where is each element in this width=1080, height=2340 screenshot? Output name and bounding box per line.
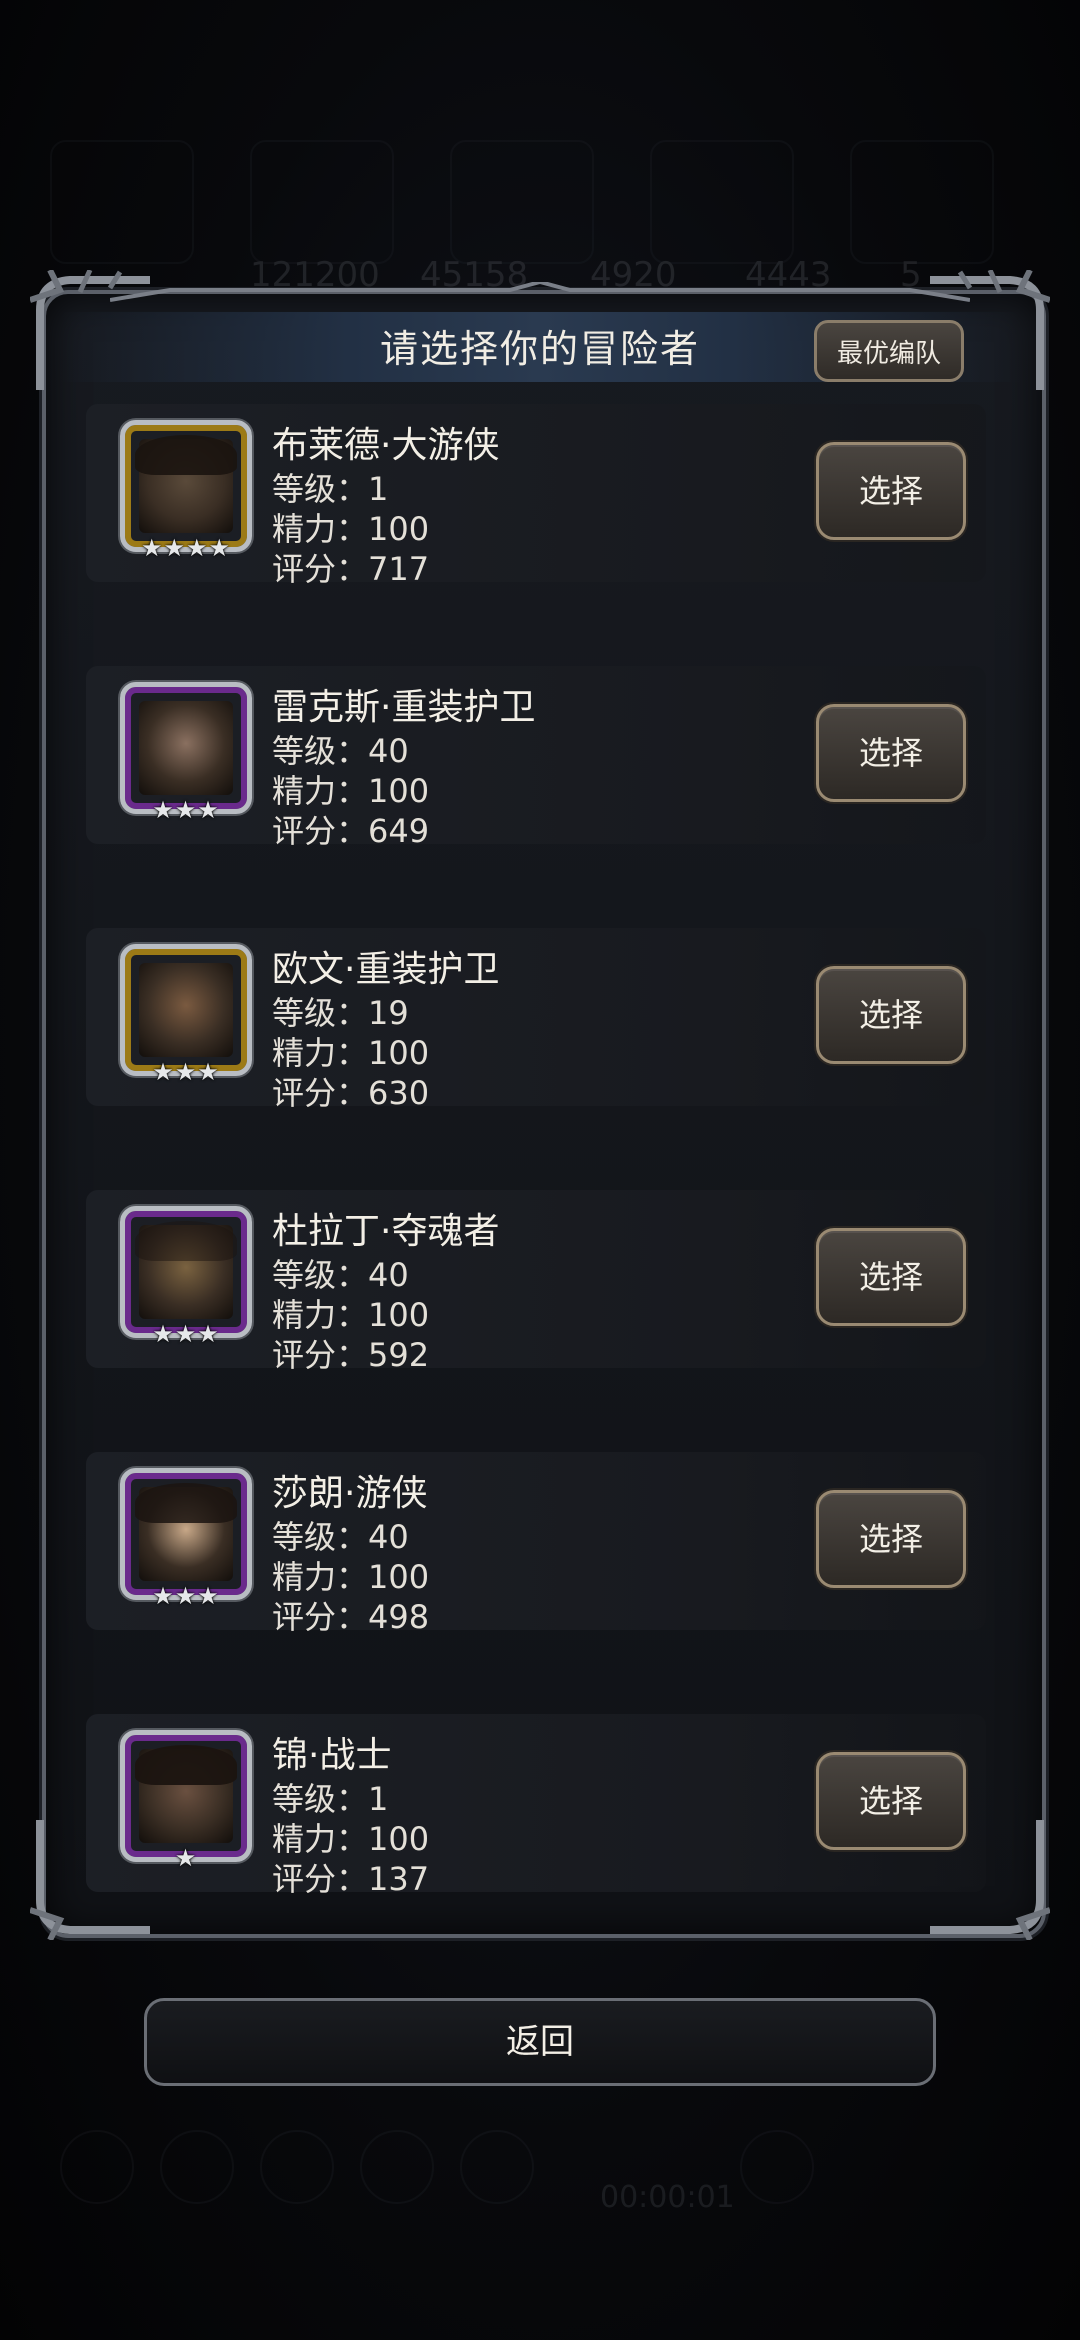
adventurer-portrait	[120, 1730, 252, 1862]
star-rating: ★★★	[152, 1058, 220, 1086]
portrait-hat	[135, 435, 237, 475]
adventurer-name: 杜拉丁·夺魂者	[272, 1211, 500, 1252]
select-button[interactable]: 选择	[816, 442, 966, 540]
select-button[interactable]: 选择	[816, 966, 966, 1064]
bottom-icon	[740, 2130, 814, 2204]
star-rating: ★	[174, 1844, 198, 1872]
adventurer-row: ★★★★ 布莱德·大游侠 等级：1 精力：100 评分：717 选择	[86, 404, 986, 588]
best-team-button[interactable]: 最优编队	[814, 320, 964, 382]
bottom-timer: 00:00:01	[600, 2180, 735, 2215]
background-bottom-bar: 00:00:01	[0, 2060, 1080, 2260]
adventurer-score: 评分：649	[272, 812, 430, 850]
adventurer-row: ★★★ 欧文·重装护卫 等级：19 精力：100 评分：630 选择	[86, 928, 986, 1112]
adventurer-score: 评分：137	[272, 1860, 430, 1898]
adventurer-portrait	[120, 944, 252, 1076]
adventurer-portrait	[120, 1468, 252, 1600]
star-rating: ★★★	[152, 1582, 220, 1610]
back-button[interactable]: 返回	[144, 1998, 936, 2086]
star-rating: ★★★	[152, 1320, 220, 1348]
bottom-icon	[160, 2130, 234, 2204]
adventurer-portrait	[120, 682, 252, 814]
adventurer-score: 评分：630	[272, 1074, 430, 1112]
select-button[interactable]: 选择	[816, 1490, 966, 1588]
hud-slot	[450, 140, 594, 264]
adventurer-portrait	[120, 1206, 252, 1338]
adventurer-row: ★★★ 杜拉丁·夺魂者 等级：40 精力：100 评分：592 选择	[86, 1190, 986, 1374]
adventurer-name: 莎朗·游侠	[272, 1473, 428, 1514]
adventurer-row: ★★★ 莎朗·游侠 等级：40 精力：100 评分：498 选择	[86, 1452, 986, 1636]
star-rating: ★★★★	[140, 534, 232, 562]
adventurer-score: 评分：717	[272, 550, 430, 588]
adventurer-name: 布莱德·大游侠	[272, 425, 500, 466]
portrait-hat	[135, 1221, 237, 1261]
hud-slot	[250, 140, 394, 264]
adventurer-name: 锦·战士	[272, 1735, 392, 1776]
adventurer-name: 雷克斯·重装护卫	[272, 687, 536, 728]
select-button[interactable]: 选择	[816, 1752, 966, 1850]
bottom-icon	[60, 2130, 134, 2204]
adventurer-score: 评分：592	[272, 1336, 430, 1374]
bottom-icon	[360, 2130, 434, 2204]
portrait-hat	[135, 1483, 237, 1523]
portrait-hat	[135, 1745, 237, 1785]
adventurer-portrait	[120, 420, 252, 552]
star-rating: ★★★	[152, 796, 220, 824]
select-button[interactable]: 选择	[816, 704, 966, 802]
select-button[interactable]: 选择	[816, 1228, 966, 1326]
panel-top-ornament	[110, 282, 970, 302]
bottom-icon	[460, 2130, 534, 2204]
adventurer-row: ★ 锦·战士 等级：1 精力：100 评分：137 选择	[86, 1714, 986, 1898]
hud-slot	[850, 140, 994, 264]
adventurer-row: ★★★ 雷克斯·重装护卫 等级：40 精力：100 评分：649 选择	[86, 666, 986, 850]
hud-slot	[650, 140, 794, 264]
bottom-icon	[260, 2130, 334, 2204]
adventurer-score: 评分：498	[272, 1598, 430, 1636]
hud-slot	[50, 140, 194, 264]
adventurer-name: 欧文·重装护卫	[272, 949, 500, 990]
